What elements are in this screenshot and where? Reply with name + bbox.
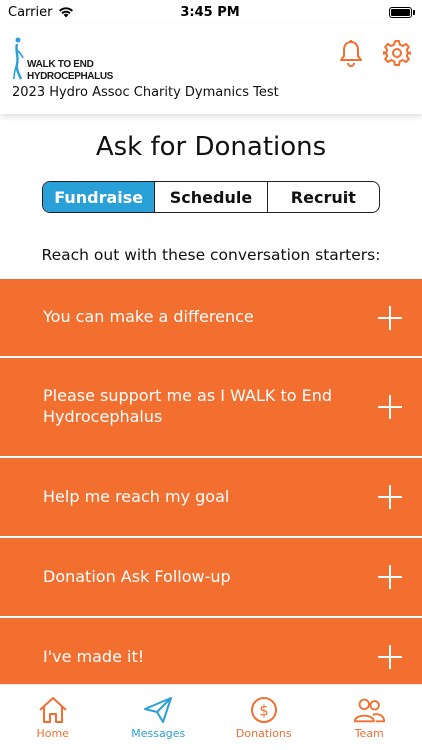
status-right: [302, 6, 415, 18]
tab-recruit[interactable]: Recruit: [268, 182, 379, 212]
starter-label: You can make a difference: [43, 307, 254, 327]
starter-label: I've made it!: [43, 646, 145, 666]
status-time: 3:45 PM: [180, 4, 240, 20]
starter-row-make-difference[interactable]: You can make a difference: [0, 279, 422, 358]
expand-plus-icon[interactable]: [378, 565, 402, 589]
logo-line2: HYDROCEPHALUS: [27, 71, 113, 82]
carrier-label: Carrier: [8, 4, 53, 20]
logo-line1: WALK TO END: [27, 59, 94, 70]
tab-fundraise[interactable]: Fundraise: [43, 182, 156, 212]
walker-figure-icon: [13, 37, 24, 80]
battery-icon: [388, 6, 415, 18]
starter-label: Please support me as I WALK to End Hydro…: [43, 386, 333, 426]
tab-schedule[interactable]: Schedule: [155, 182, 268, 212]
bottom-tab-bar: Home Messages $ Donations Team: [0, 684, 422, 750]
status-left: Carrier: [8, 5, 118, 20]
app-header: WALK TO END HYDROCEPHALUS 2023 Hydro Ass…: [0, 24, 422, 114]
tab-home-label: Home: [36, 727, 69, 740]
starter-label: Donation Ask Follow-up: [43, 566, 231, 586]
gear-icon[interactable]: [382, 38, 412, 68]
tab-donations-label: Donations: [235, 727, 292, 740]
status-bar: Carrier 3:45 PM: [0, 0, 422, 24]
wifi-icon: [59, 7, 74, 18]
svg-text:$: $: [259, 702, 269, 720]
header-actions: [336, 38, 412, 68]
logo-wordmark: WALK TO END HYDROCEPHALUS: [27, 36, 113, 82]
expand-plus-icon[interactable]: [378, 485, 402, 509]
expand-plus-icon[interactable]: [378, 305, 402, 330]
tab-team[interactable]: Team: [317, 685, 422, 750]
tab-home[interactable]: Home: [0, 685, 106, 750]
expand-plus-icon[interactable]: [378, 395, 402, 419]
starter-row-reach-goal[interactable]: Help me reach my goal: [0, 458, 422, 538]
dollar-circle-icon: $: [247, 695, 281, 725]
paper-plane-icon: [141, 695, 175, 725]
page-title: Ask for Donations: [95, 132, 327, 162]
segmented-control: Fundraise Schedule Recruit: [42, 181, 380, 213]
conversation-starter-list: You can make a difference Please support…: [0, 279, 422, 698]
tab-donations[interactable]: $ Donations: [211, 685, 317, 750]
tab-team-label: Team: [354, 727, 384, 740]
starter-row-follow-up[interactable]: Donation Ask Follow-up: [0, 538, 422, 618]
tab-messages[interactable]: Messages: [106, 685, 212, 750]
bell-icon[interactable]: [336, 38, 366, 68]
walk-logo: WALK TO END HYDROCEPHALUS: [13, 36, 113, 82]
home-icon: [36, 695, 70, 725]
starter-row-support-walk[interactable]: Please support me as I WALK to End Hydro…: [0, 358, 422, 458]
starter-label: Help me reach my goal: [43, 486, 230, 506]
tab-messages-label: Messages: [131, 727, 186, 740]
event-name: 2023 Hydro Assoc Charity Dymanics Test: [12, 85, 279, 100]
app-screen: Carrier 3:45 PM WALK TO END HYDROCEPHALU…: [0, 0, 422, 750]
conversation-starters-heading: Reach out with these conversation starte…: [41, 246, 381, 264]
expand-plus-icon[interactable]: [378, 645, 402, 669]
team-icon: [352, 695, 386, 725]
